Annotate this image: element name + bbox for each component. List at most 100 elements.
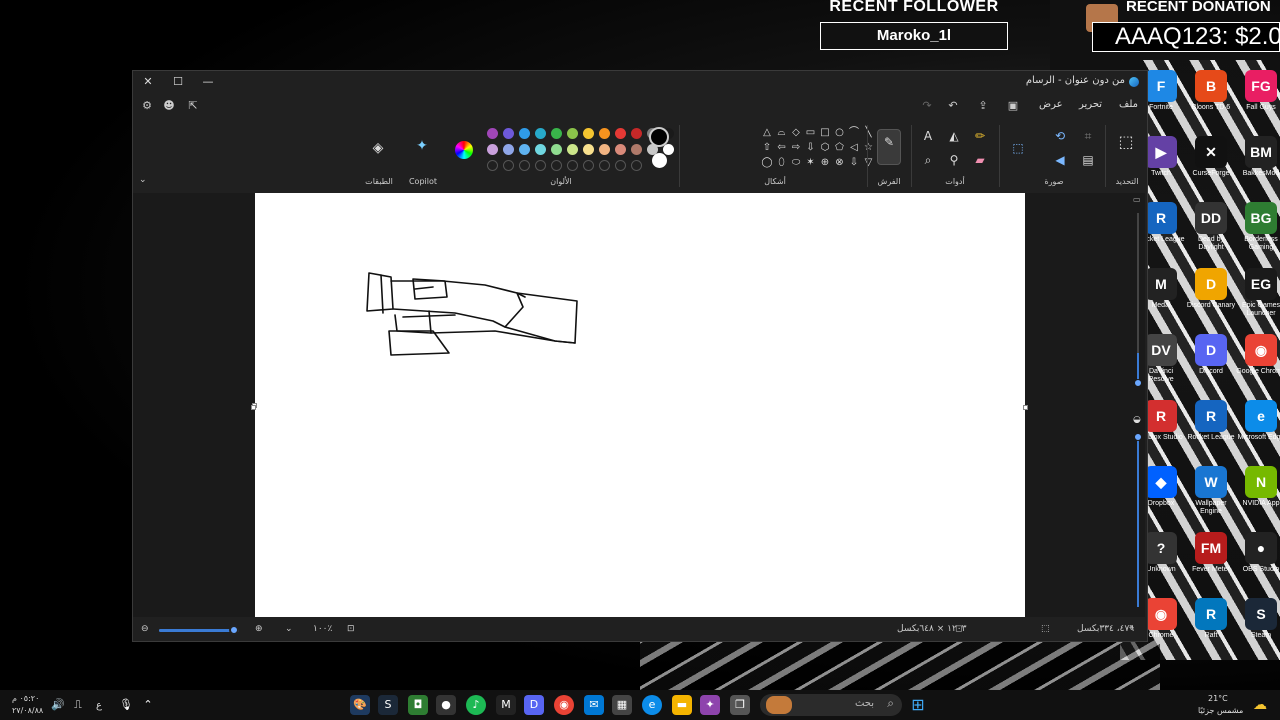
notification-icon[interactable]: 🔊 — [48, 695, 68, 715]
maximize-icon[interactable]: ☐ — [167, 74, 189, 90]
color-swatch[interactable] — [519, 144, 530, 155]
desktop-icon[interactable]: R Raft — [1186, 598, 1236, 640]
desktop-icon[interactable]: B Bloons TD 6 — [1186, 70, 1236, 112]
steam-taskbar-icon[interactable]: S — [378, 695, 398, 715]
undo-icon[interactable]: ↶ — [945, 99, 961, 113]
shape-item[interactable]: ▭ — [805, 127, 817, 139]
color-swatch[interactable] — [535, 128, 546, 139]
copilot-icon[interactable]: ✦ — [413, 137, 431, 155]
shape-item[interactable]: ◇ — [790, 127, 802, 139]
scroll-up-icon[interactable]: ▭ — [1133, 195, 1141, 204]
color-swatch[interactable] — [551, 144, 562, 155]
task-view-icon[interactable]: ❐ — [730, 695, 750, 715]
custom-color-slot[interactable] — [615, 160, 626, 171]
menu-edit[interactable]: تحرير — [1079, 99, 1102, 110]
weather-icon[interactable]: ☁ — [1250, 695, 1270, 715]
weather-temp[interactable]: 21°C — [1208, 694, 1228, 703]
menu-view[interactable]: عرض — [1039, 99, 1063, 110]
color-swatch[interactable] — [583, 128, 594, 139]
shape-item[interactable]: ⌓ — [776, 127, 788, 139]
edge-taskbar-icon[interactable]: e — [642, 695, 662, 715]
color-swatch[interactable] — [567, 128, 578, 139]
chevron-up-icon[interactable]: ⌃ — [138, 695, 158, 715]
share-file-icon[interactable]: ⇪ — [975, 99, 991, 113]
shape-item[interactable]: ⬯ — [776, 157, 788, 169]
layers-icon[interactable]: ◈ — [369, 139, 387, 157]
shape-item[interactable]: ⇦ — [776, 142, 788, 154]
custom-color-slot[interactable] — [583, 160, 594, 171]
shape-item[interactable]: ⇩ — [805, 142, 817, 154]
scroll-thumb[interactable] — [1134, 379, 1142, 387]
desktop-icon[interactable]: W Wallpaper Engine — [1186, 466, 1236, 516]
desktop-icon[interactable]: BG Borderless Gaming — [1236, 202, 1280, 252]
custom-color-slot[interactable] — [551, 160, 562, 171]
outlook-taskbar-icon[interactable]: ✉ — [584, 695, 604, 715]
color-swatch[interactable] — [503, 128, 514, 139]
color-swatch[interactable] — [631, 144, 642, 155]
color-swatch[interactable] — [631, 128, 642, 139]
shape-item[interactable]: ⬭ — [790, 157, 802, 169]
selection-icon[interactable]: ⬚ — [1117, 133, 1135, 151]
start-icon[interactable]: ⊞ — [908, 695, 928, 715]
fit-to-window-icon[interactable]: ⊡ — [347, 624, 355, 634]
text-icon[interactable]: A — [919, 127, 937, 145]
color-swatch[interactable] — [615, 128, 626, 139]
custom-color-slot[interactable] — [631, 160, 642, 171]
desktop-icon[interactable]: R Rocket League — [1186, 400, 1236, 442]
color-picker-icon[interactable]: ⚲ — [945, 151, 963, 169]
custom-color-slot[interactable] — [567, 160, 578, 171]
rotate-icon[interactable]: ⟲ — [1051, 127, 1069, 145]
clock-date[interactable]: ٢٧/٠٨/٨٨ — [12, 706, 43, 715]
custom-color-slot[interactable] — [535, 160, 546, 171]
settings-icon[interactable]: ⚙ — [139, 99, 155, 113]
shape-item[interactable]: ⬡ — [819, 142, 831, 154]
spotify-taskbar-icon[interactable]: ♪ — [466, 695, 486, 715]
flip-icon[interactable]: ◀ — [1051, 151, 1069, 169]
custom-color-slot[interactable] — [599, 160, 610, 171]
zoom-slider-thumb[interactable] — [1134, 433, 1142, 441]
obs-taskbar-icon[interactable]: ● — [436, 695, 456, 715]
shape-item[interactable]: ✶ — [805, 157, 817, 169]
app-taskbar-icon[interactable]: ◘ — [408, 695, 428, 715]
desktop-icon[interactable]: DD Dead by Daylight — [1186, 202, 1236, 252]
custom-color-slot[interactable] — [503, 160, 514, 171]
color-swatch[interactable] — [567, 144, 578, 155]
clock-time[interactable]: ٠٥:٢٠ م — [12, 694, 39, 703]
custom-color-slot[interactable] — [519, 160, 530, 171]
chevron-down-icon[interactable]: ⌄ — [285, 624, 293, 634]
secondary-color[interactable] — [652, 153, 667, 168]
shape-item[interactable]: ⊗ — [834, 157, 846, 169]
shape-item[interactable]: ☆ — [863, 142, 875, 154]
medal-taskbar-icon[interactable]: M — [496, 695, 516, 715]
magnifier-icon[interactable]: ⌕ — [919, 151, 937, 169]
color-swatch[interactable] — [551, 128, 562, 139]
resize-handle-right[interactable] — [1023, 405, 1028, 410]
color-swatch[interactable] — [487, 128, 498, 139]
shape-item[interactable]: ⇨ — [790, 142, 802, 154]
shape-item[interactable]: ○ — [834, 127, 846, 139]
menu-file[interactable]: ملف — [1119, 99, 1138, 110]
desktop-icon[interactable]: FG Fall Guys — [1236, 70, 1280, 112]
chevron-down-icon[interactable]: ⌄ — [139, 175, 147, 185]
zoom-slider[interactable] — [159, 625, 239, 635]
shape-item[interactable]: ⇧ — [761, 142, 773, 154]
zoom-out-icon[interactable]: ⊖ — [141, 624, 149, 634]
desktop-icon[interactable]: FM Fever Meter — [1186, 532, 1236, 574]
shape-item[interactable]: ⇩ — [848, 157, 860, 169]
color-swatch[interactable] — [599, 144, 610, 155]
resize-icon[interactable]: ▤ — [1079, 151, 1097, 169]
store-taskbar-icon[interactable]: ▦ — [612, 695, 632, 715]
drawing-canvas[interactable] — [252, 193, 1025, 617]
desktop-icon[interactable]: EG Epic Games Launcher — [1236, 268, 1280, 318]
language-indicator[interactable]: ع — [96, 700, 102, 711]
paint-taskbar-icon[interactable]: 🎨 — [350, 695, 370, 715]
save-icon[interactable]: ▣ — [1005, 99, 1021, 113]
minimize-icon[interactable]: — — [197, 74, 219, 90]
desktop-icon[interactable]: S Steam — [1236, 598, 1280, 640]
fill-icon[interactable]: ◭ — [945, 127, 963, 145]
color-swatch[interactable] — [615, 144, 626, 155]
desktop-icon[interactable]: ● OBS Studio — [1236, 532, 1280, 574]
desktop-icon[interactable]: ✕ CurseForge — [1186, 136, 1236, 178]
desktop-icon[interactable]: e Microsoft Edge — [1236, 400, 1280, 442]
color-swatch[interactable] — [583, 144, 594, 155]
